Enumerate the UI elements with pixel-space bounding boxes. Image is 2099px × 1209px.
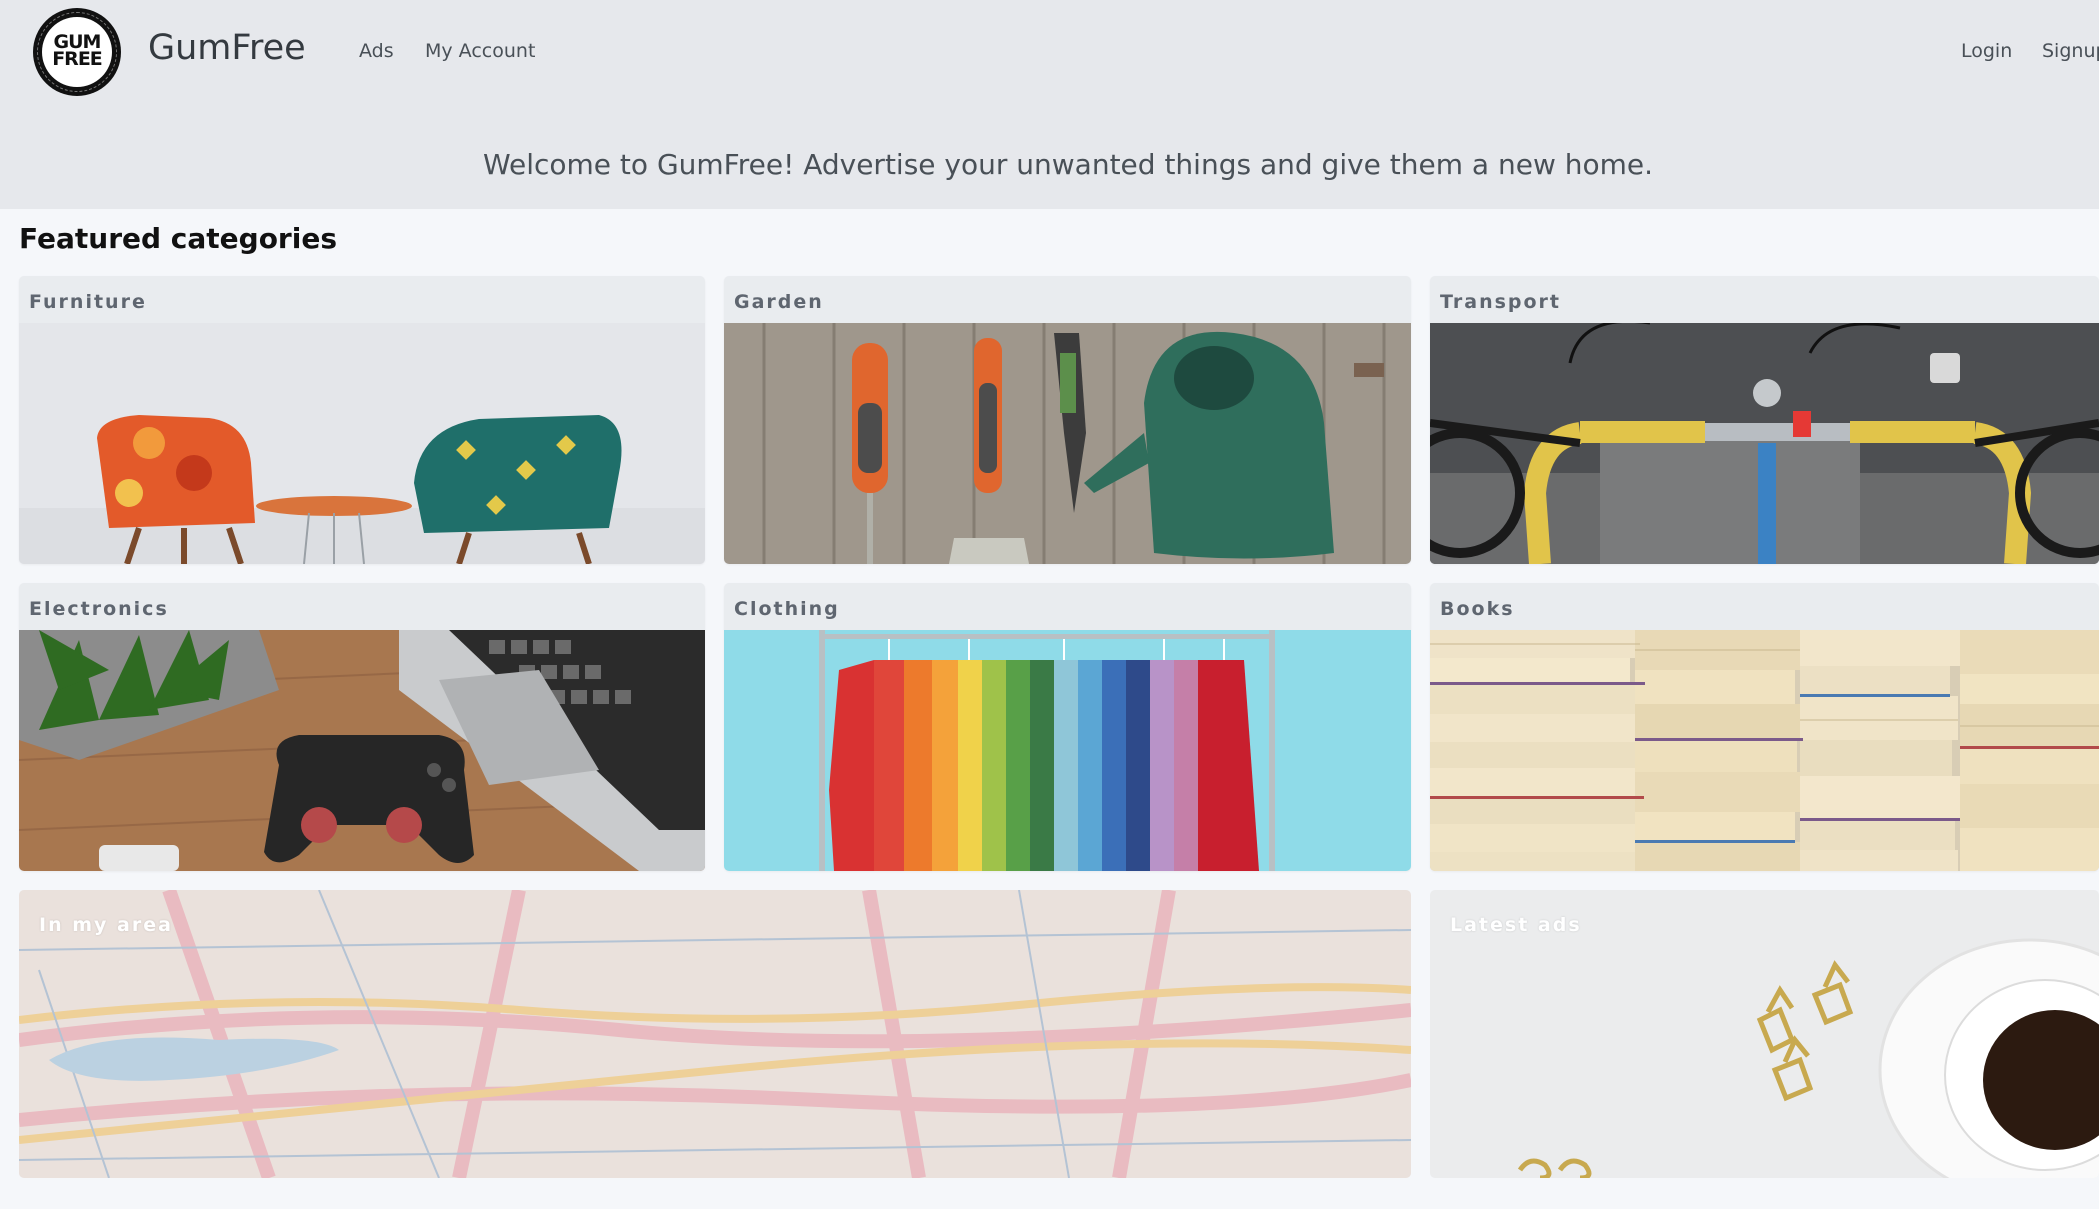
- latest-ads-title: Latest ads: [1450, 914, 1582, 936]
- category-title: Electronics: [29, 598, 169, 620]
- category-card-garden[interactable]: Garden: [724, 276, 1411, 564]
- nav-my-account-link[interactable]: My Account: [425, 40, 535, 62]
- clothes-rack-photo: [724, 630, 1411, 871]
- category-card-clothing[interactable]: Clothing: [724, 583, 1411, 871]
- logo-inner: GUM FREE: [42, 17, 112, 87]
- nav-signup-link[interactable]: Signup: [2042, 40, 2099, 62]
- category-title: Books: [1440, 598, 1515, 620]
- category-card-books[interactable]: Books: [1430, 583, 2099, 871]
- featured-categories-heading: Featured categories: [19, 222, 337, 255]
- category-title: Furniture: [29, 291, 147, 313]
- gumfree-logo[interactable]: GUM FREE: [33, 8, 121, 96]
- nav-login-link[interactable]: Login: [1961, 40, 2012, 62]
- latest-ads-card[interactable]: Latest ads: [1430, 890, 2099, 1178]
- map-photo: [19, 890, 1411, 1178]
- site-header: GUM FREE GumFree Ads My Account Login Si…: [0, 0, 2099, 209]
- category-title: Garden: [734, 291, 824, 313]
- in-my-area-card[interactable]: In my area: [19, 890, 1411, 1178]
- category-title: Clothing: [734, 598, 840, 620]
- brand-link[interactable]: GumFree: [148, 28, 306, 68]
- garden-tools-photo: [724, 323, 1411, 564]
- nav-ads-link[interactable]: Ads: [359, 40, 394, 62]
- category-card-electronics[interactable]: Electronics: [19, 583, 705, 871]
- category-title: Transport: [1440, 291, 1562, 313]
- in-my-area-title: In my area: [39, 914, 173, 936]
- category-card-transport[interactable]: Transport: [1430, 276, 2099, 564]
- bicycle-handlebar-photo: [1430, 323, 2099, 564]
- welcome-message: Welcome to GumFree! Advertise your unwan…: [482, 148, 1654, 181]
- book-stack-photo: [1430, 630, 2099, 871]
- gamepad-laptop-photo: [19, 630, 705, 871]
- armchairs-photo: [19, 323, 705, 564]
- category-card-furniture[interactable]: Furniture: [19, 276, 705, 564]
- logo-text-line2: FREE: [52, 48, 103, 70]
- logo-text: GUM FREE: [42, 33, 112, 70]
